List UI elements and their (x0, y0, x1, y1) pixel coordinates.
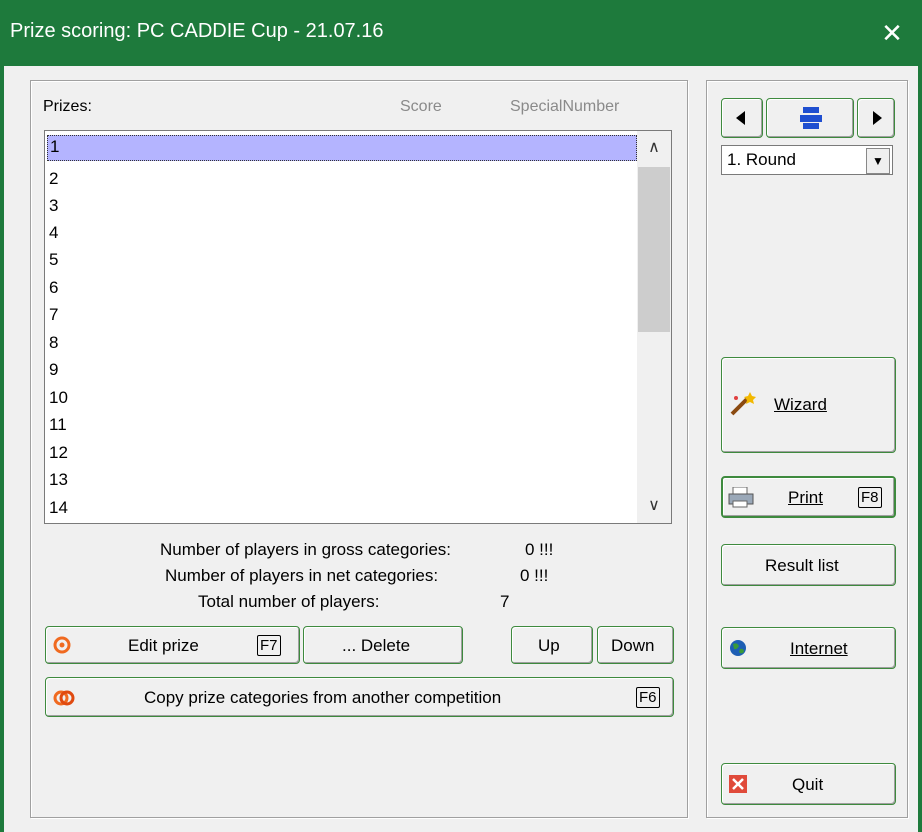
f6-key-badge: F6 (636, 687, 660, 708)
prizes-header: Prizes: (43, 98, 92, 115)
window-border-left (0, 66, 4, 832)
window-border-right (918, 66, 922, 832)
printer-icon (800, 107, 822, 129)
delete-button[interactable]: ... Delete (303, 626, 463, 664)
copy-categories-button[interactable]: Copy prize categories from another compe… (45, 677, 674, 717)
internet-button[interactable]: Internet (721, 627, 896, 669)
target-icon (53, 636, 71, 654)
scroll-thumb[interactable] (638, 167, 670, 332)
down-button[interactable]: Down (597, 626, 674, 664)
printer-icon (728, 487, 754, 508)
f8-key-badge: F8 (858, 487, 882, 508)
list-item[interactable]: 11 (47, 411, 67, 438)
delete-label: ... Delete (342, 636, 411, 655)
list-item[interactable]: 12 (47, 439, 68, 466)
scroll-up-icon[interactable]: ∧ (637, 131, 671, 165)
window-title: Prize scoring: PC CADDIE Cup - 21.07.16 (10, 20, 384, 42)
special-number-header: SpecialNumber (510, 98, 620, 115)
list-item[interactable]: 1 (47, 135, 637, 161)
total-players-label: Total number of players: (198, 592, 380, 611)
title-bar: Prize scoring: PC CADDIE Cup - 21.07.16 … (0, 0, 922, 66)
prize-scoring-window: Prize scoring: PC CADDIE Cup - 21.07.16 … (0, 0, 922, 832)
copy-rings-icon (53, 690, 75, 706)
arrow-left-icon (736, 111, 745, 125)
list-item[interactable]: 9 (47, 356, 58, 383)
scroll-down-icon[interactable]: ∨ (637, 489, 671, 523)
gross-players-value: 0 !!! (525, 540, 554, 559)
net-players-label: Number of players in net categories: (165, 566, 439, 585)
round-select-value: 1. Round (727, 150, 796, 169)
quit-label: Quit (792, 775, 824, 794)
close-icon: ✕ (881, 18, 903, 48)
globe-icon (730, 640, 746, 656)
list-item[interactable]: 6 (47, 274, 58, 301)
wizard-button[interactable]: Wizard (721, 357, 896, 453)
list-item[interactable]: 13 (47, 466, 68, 493)
f7-key-badge: F7 (257, 635, 281, 656)
vertical-scrollbar[interactable]: ∧ ∨ (637, 131, 671, 523)
previous-round-button[interactable] (721, 98, 763, 138)
total-players-value: 7 (500, 592, 510, 611)
up-label: Up (538, 636, 560, 655)
close-button[interactable]: ✕ (862, 0, 922, 66)
prize-list[interactable]: 1 2 3 4 5 6 7 8 9 10 11 12 13 14 ∧ ∨ (44, 130, 672, 524)
edit-prize-button[interactable]: Edit prize F7 (45, 626, 300, 664)
print-button[interactable]: Print F8 (721, 476, 896, 518)
print-label: Print (788, 488, 823, 507)
list-item[interactable]: 2 (47, 165, 58, 192)
copy-categories-label: Copy prize categories from another compe… (144, 688, 502, 707)
list-item[interactable]: 7 (47, 301, 58, 328)
list-item[interactable]: 14 (47, 494, 68, 521)
round-select[interactable]: 1. Round ▼ (721, 145, 893, 175)
chevron-down-icon[interactable]: ▼ (866, 148, 890, 174)
magic-wand-icon (730, 392, 756, 416)
list-item[interactable]: 4 (47, 219, 58, 246)
quit-button[interactable]: Quit (721, 763, 896, 805)
internet-label: Internet (790, 639, 848, 658)
next-round-button[interactable] (857, 98, 895, 138)
up-button[interactable]: Up (511, 626, 593, 664)
down-label: Down (611, 636, 655, 655)
score-header: Score (400, 98, 442, 115)
wizard-label: Wizard (774, 395, 827, 414)
list-item[interactable]: 10 (47, 384, 68, 411)
close-box-icon (729, 775, 747, 793)
edit-prize-label: Edit prize (128, 636, 199, 655)
result-list-button[interactable]: Result list (721, 544, 896, 586)
print-nav-button[interactable] (766, 98, 854, 138)
result-list-label: Result list (765, 556, 839, 575)
list-item[interactable]: 3 (47, 192, 58, 219)
net-players-value: 0 !!! (520, 566, 549, 585)
list-item[interactable]: 8 (47, 329, 58, 356)
gross-players-label: Number of players in gross categories: (160, 540, 452, 559)
list-item[interactable]: 5 (47, 246, 58, 273)
arrow-right-icon (873, 111, 882, 125)
